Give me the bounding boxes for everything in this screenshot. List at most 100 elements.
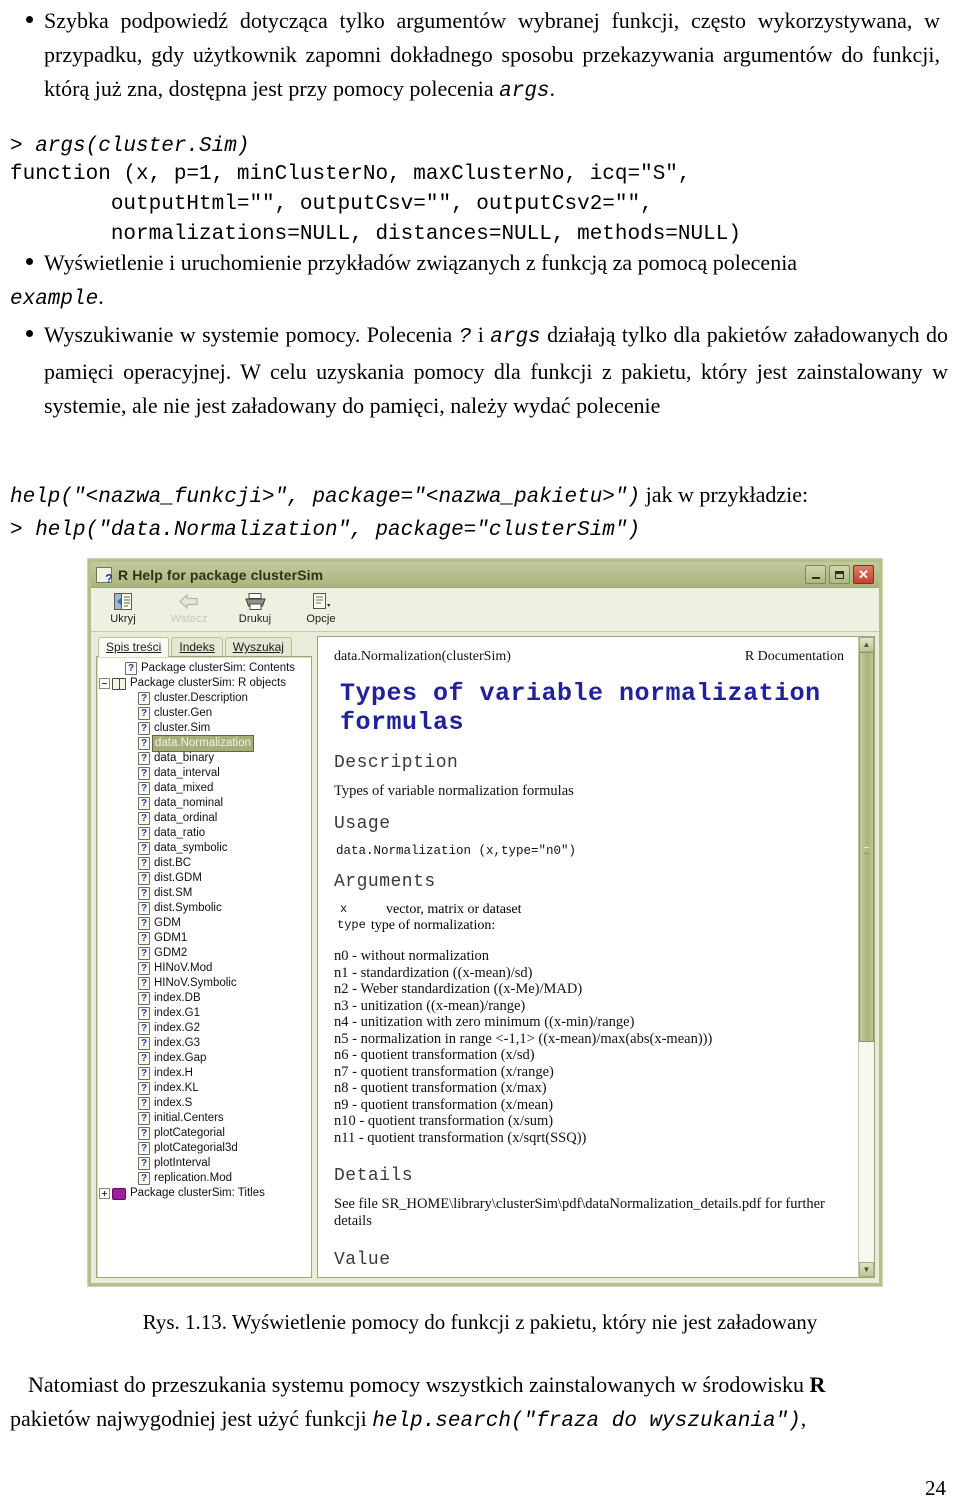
tree-collapse-icon[interactable] [99,678,110,689]
bullet-dot-icon [26,330,33,337]
minimize-button[interactable] [805,565,826,584]
tree-item[interactable]: index.Gap [99,1051,309,1066]
tab-indeks-label: Indeks [179,640,215,654]
tree-item[interactable]: data_interval [99,766,309,781]
tree-item[interactable]: index.G2 [99,1021,309,1036]
section-heading-value: Value [334,1250,391,1270]
toolbar-button-opcje[interactable]: Opcje [295,591,347,625]
help-content-box: data.Normalization(clusterSim) R Documen… [317,636,875,1278]
normalization-type-item: n11 - quotient transformation (x/sqrt(SS… [334,1129,587,1146]
scrollbar-track[interactable] [859,652,874,1262]
inline-code-help-search: help.search("fraza do wyszukania") [372,1410,801,1433]
tree-item[interactable]: GDM1 [99,931,309,946]
tab-spis-tresci[interactable]: Spis treści [98,637,170,657]
page: Szybka podpowiedź dotycząca tylko argume… [0,0,960,1509]
tree-expander-placeholder [125,1053,136,1064]
tree-item[interactable]: Package clusterSim: R objects [99,676,309,691]
tree-item[interactable]: cluster.Gen [99,706,309,721]
tree-item[interactable]: index.H [99,1066,309,1081]
scrollbar-thumb[interactable] [859,652,874,1043]
question-page-icon [138,751,150,766]
section-heading-arguments: Arguments [334,872,436,892]
tree-expander-placeholder [125,993,136,1004]
tree-item[interactable]: data_mixed [99,781,309,796]
navigation-pane: Spis treści Indeks Wyszukaj Package clus… [96,636,312,1278]
tree-expander-placeholder [125,933,136,944]
tree-item[interactable]: HINoV.Mod [99,961,309,976]
tree-item[interactable]: initial.Centers [99,1111,309,1126]
close-button[interactable]: ✕ [853,565,874,584]
tree-item[interactable]: cluster.Description [99,691,309,706]
normalization-type-item: n8 - quotient transformation (x/max) [334,1080,547,1096]
question-page-icon [138,1036,150,1051]
footer-r-symbol: R [809,1372,826,1397]
tree-item[interactable]: HINoV.Symbolic [99,976,309,991]
tree-expander-placeholder [125,768,136,779]
tree-expand-icon[interactable] [99,1188,110,1199]
argument-desc-type: type of normalization: [370,918,496,933]
tree-item-label: initial.Centers [154,1112,224,1124]
tree-item[interactable]: plotCategorial [99,1126,309,1141]
tree-item[interactable]: dist.SM [99,886,309,901]
tree-item[interactable]: dist.Symbolic [99,901,309,916]
tree-item[interactable]: index.DB [99,991,309,1006]
bullet-example-code-line: example. [10,284,104,311]
scroll-up-button[interactable]: ▲ [859,637,874,652]
purple-book-icon [112,1187,126,1200]
toolbar-button-ukryj[interactable]: Ukryj [97,591,149,625]
question-page-icon [138,1171,150,1186]
tree-item[interactable]: dist.GDM [99,871,309,886]
bullet-dot-icon [26,16,33,23]
tree-item[interactable]: data_binary [99,751,309,766]
tree-item[interactable]: index.G3 [99,1036,309,1051]
question-page-icon [138,961,150,976]
tree-item[interactable]: GDM2 [99,946,309,961]
help-document: data.Normalization(clusterSim) R Documen… [318,637,858,1277]
tree-expander-placeholder [125,1143,136,1154]
tree-item[interactable]: dist.BC [99,856,309,871]
tree-item[interactable]: index.S [99,1096,309,1111]
tree-item-label: plotInterval [154,1157,211,1169]
toolbar-button-wstecz[interactable]: Wstecz [163,591,215,625]
contents-tree-box[interactable]: Package clusterSim: Contents Package clus… [96,656,312,1278]
question-page-icon [138,1066,150,1081]
tab-indeks[interactable]: Indeks [171,637,223,657]
tree-item[interactable]: index.G1 [99,1006,309,1021]
tree-item-label: dist.SM [154,887,193,899]
question-page-icon [138,1111,150,1126]
normalization-types-list: n0 - without normalization n1 - standardi… [334,948,844,1146]
tree-item-label: index.G2 [154,1022,201,1034]
tree-item[interactable]: index.KL [99,1081,309,1096]
tree-item[interactable]: Package clusterSim: Titles [99,1186,309,1201]
argument-row-x: x vector, matrix or dataset [334,902,844,918]
tree-item[interactable]: cluster.Sim [99,721,309,736]
tree-item-label: cluster.Gen [154,707,213,719]
scroll-down-button[interactable]: ▼ [859,1262,874,1277]
tree-item[interactable]: data.Normalization [99,735,309,752]
tree-item[interactable]: data_nominal [99,796,309,811]
tree-item[interactable]: data_ordinal [99,811,309,826]
question-page-icon [138,886,150,901]
normalization-type-item: n4 - unitization with zero minimum ((x-m… [334,1014,635,1030]
navigation-tabs: Spis treści Indeks Wyszukaj [96,636,312,657]
window-titlebar[interactable]: R Help for package clusterSim ✕ [91,562,879,588]
question-page-icon [138,721,150,736]
toolbar-button-drukuj[interactable]: Drukuj [229,591,281,625]
printer-icon [244,591,267,612]
inline-code-args2: args [490,326,541,349]
tab-wyszukaj[interactable]: Wyszukaj [224,637,292,657]
tree-item[interactable]: plotCategorial3d [99,1141,309,1156]
tree-item-label: plotCategorial3d [154,1142,238,1154]
tree-item[interactable]: data_symbolic [99,841,309,856]
tree-item[interactable]: Package clusterSim: Contents [99,661,309,676]
question-page-icon [138,946,150,961]
content-vertical-scrollbar[interactable]: ▲ ▼ [858,637,874,1277]
tree-expander-placeholder [125,888,136,899]
tree-item[interactable]: plotInterval [99,1156,309,1171]
tree-item[interactable]: replication.Mod [99,1171,309,1186]
maximize-button[interactable] [829,565,850,584]
help-content-pane: data.Normalization(clusterSim) R Documen… [317,636,875,1278]
tree-item[interactable]: GDM [99,916,309,931]
tree-item[interactable]: data_ratio [99,826,309,841]
section-heading-details: Details [334,1166,414,1186]
